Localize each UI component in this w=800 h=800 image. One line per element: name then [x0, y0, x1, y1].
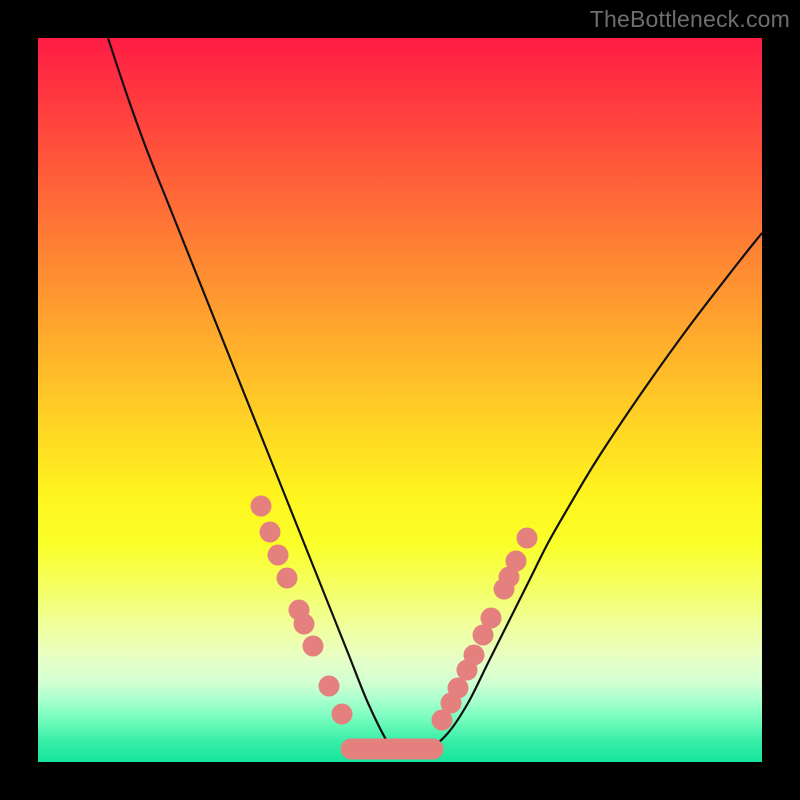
bottleneck-curve [108, 38, 762, 756]
bottom-marker-bar [341, 739, 444, 760]
data-marker [464, 645, 485, 666]
data-marker [506, 551, 527, 572]
data-marker [303, 636, 324, 657]
watermark-text: TheBottleneck.com [590, 6, 790, 33]
data-marker [277, 568, 298, 589]
curve-layer [38, 38, 762, 762]
chart-frame: TheBottleneck.com [0, 0, 800, 800]
plot-area [38, 38, 762, 762]
data-marker [448, 678, 469, 699]
data-marker [251, 496, 272, 517]
data-marker [268, 545, 289, 566]
data-marker [260, 522, 281, 543]
data-marker [517, 528, 538, 549]
data-marker [294, 614, 315, 635]
data-marker [332, 704, 353, 725]
data-marker [319, 676, 340, 697]
data-marker [481, 608, 502, 629]
marker-group [251, 496, 538, 760]
